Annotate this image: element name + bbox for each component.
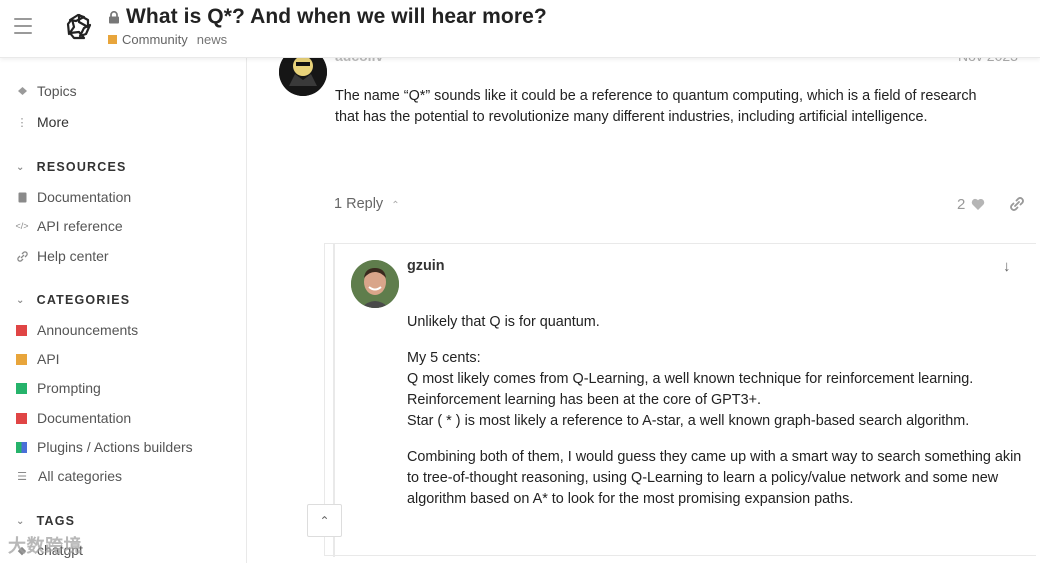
reply-paragraph: Unlikely that Q is for quantum. bbox=[407, 314, 600, 330]
hamburger-menu-icon[interactable] bbox=[14, 18, 32, 36]
topic-tag-link[interactable]: news bbox=[197, 32, 227, 47]
sidebar-item-label: Help center bbox=[37, 248, 109, 264]
resources-section-header[interactable]: ⌄ RESOURCES bbox=[16, 160, 127, 174]
layers-icon bbox=[16, 86, 28, 96]
sidebar-item-label: Topics bbox=[37, 83, 77, 99]
sidebar-item-label: API bbox=[37, 351, 60, 367]
category-swatch bbox=[16, 324, 27, 336]
sidebar-item-help-center[interactable]: Help center bbox=[16, 248, 109, 264]
like-button[interactable]: 2 bbox=[957, 196, 985, 213]
category-swatch bbox=[16, 441, 27, 453]
list-icon: ☰ bbox=[17, 470, 27, 483]
section-heading: RESOURCES bbox=[36, 160, 127, 174]
sidebar-item-label: Plugins / Actions builders bbox=[37, 439, 193, 455]
code-icon: </> bbox=[15, 221, 29, 231]
sidebar-item-label: API reference bbox=[37, 218, 123, 234]
post-body: The name “Q*” sounds like it could be a … bbox=[335, 88, 977, 125]
categories-section-header[interactable]: ⌄ CATEGORIES bbox=[16, 293, 130, 307]
sidebar-item-all-categories[interactable]: ☰ All categories bbox=[16, 468, 122, 484]
chevron-up-icon: ⌃ bbox=[391, 200, 400, 211]
openai-logo[interactable] bbox=[64, 12, 94, 42]
sidebar-item-label: Announcements bbox=[37, 322, 139, 338]
site-header: What is Q*? And when we will hear more? … bbox=[0, 0, 1040, 58]
chevron-up-icon: ⌃ bbox=[319, 513, 330, 528]
like-count: 2 bbox=[957, 196, 966, 213]
watermark-logo: 大数跨境 bbox=[8, 532, 82, 558]
category-swatch bbox=[16, 353, 27, 365]
reply-username[interactable]: gzuin bbox=[407, 258, 445, 274]
chevron-down-icon: ⌄ bbox=[16, 294, 26, 306]
topic-title[interactable]: What is Q*? And when we will hear more? bbox=[126, 5, 547, 29]
embedded-reply: gzuin ↓ Unlikely that Q is for quantum. … bbox=[324, 243, 1036, 557]
category-swatch bbox=[16, 382, 27, 394]
sidebar-item-label: Documentation bbox=[37, 189, 132, 205]
section-heading: TAGS bbox=[36, 514, 76, 528]
sidebar-item-api[interactable]: API bbox=[16, 351, 60, 367]
vertical-dots-icon: ⋮ bbox=[16, 116, 28, 129]
sidebar-item-label: Prompting bbox=[37, 380, 101, 396]
tags-section-header[interactable]: ⌄ TAGS bbox=[16, 514, 75, 528]
chevron-down-icon: ⌄ bbox=[16, 515, 26, 527]
sidebar-item-api-reference[interactable]: </> API reference bbox=[16, 218, 123, 234]
reply-body: Unlikely that Q is for quantum. My 5 cen… bbox=[407, 312, 1032, 525]
sidebar: Topics ⋮ More ⌄ RESOURCES Documentation … bbox=[0, 58, 247, 563]
sidebar-item-prompting[interactable]: Prompting bbox=[16, 380, 101, 396]
section-heading: CATEGORIES bbox=[36, 293, 131, 307]
sidebar-item-label: Documentation bbox=[37, 410, 132, 426]
avatar[interactable] bbox=[351, 260, 399, 308]
sidebar-item-label: All categories bbox=[38, 468, 123, 484]
category-color-swatch bbox=[108, 35, 117, 44]
arrow-down-icon[interactable]: ↓ bbox=[1003, 258, 1011, 275]
sidebar-item-plugins-actions-builders[interactable]: Plugins / Actions builders bbox=[16, 439, 193, 455]
reply-paragraph: My 5 cents: Q most likely comes from Q-L… bbox=[407, 350, 974, 429]
topic-main: aucoliv Nov 2023 The name “Q*” sounds li… bbox=[248, 48, 1040, 563]
share-link-icon[interactable] bbox=[1008, 195, 1026, 213]
sidebar-item-documentation-category[interactable]: Documentation bbox=[16, 410, 131, 426]
chevron-down-icon: ⌄ bbox=[16, 161, 26, 173]
sidebar-item-topics[interactable]: Topics bbox=[16, 83, 77, 99]
sidebar-item-documentation[interactable]: Documentation bbox=[16, 189, 131, 205]
book-icon bbox=[16, 192, 28, 203]
sidebar-item-more[interactable]: ⋮ More bbox=[16, 114, 69, 130]
watermark-text: 大数跨境 bbox=[8, 536, 82, 557]
link-icon bbox=[16, 250, 28, 262]
replies-count-label: 1 Reply bbox=[334, 196, 384, 212]
category-swatch bbox=[16, 412, 27, 424]
reply-paragraph: Combining both of them, I would guess th… bbox=[407, 449, 1022, 507]
lock-icon bbox=[109, 10, 119, 23]
topic-category-link[interactable]: Community bbox=[122, 32, 188, 47]
show-replies-button[interactable]: 1 Reply ⌃ bbox=[334, 196, 400, 212]
sidebar-item-announcements[interactable]: Announcements bbox=[16, 322, 138, 338]
scroll-to-top-button[interactable]: ⌃ bbox=[307, 504, 342, 537]
sidebar-item-label: More bbox=[37, 114, 69, 130]
heart-icon bbox=[972, 198, 985, 210]
topic-title-area: What is Q*? And when we will hear more? … bbox=[108, 5, 547, 47]
